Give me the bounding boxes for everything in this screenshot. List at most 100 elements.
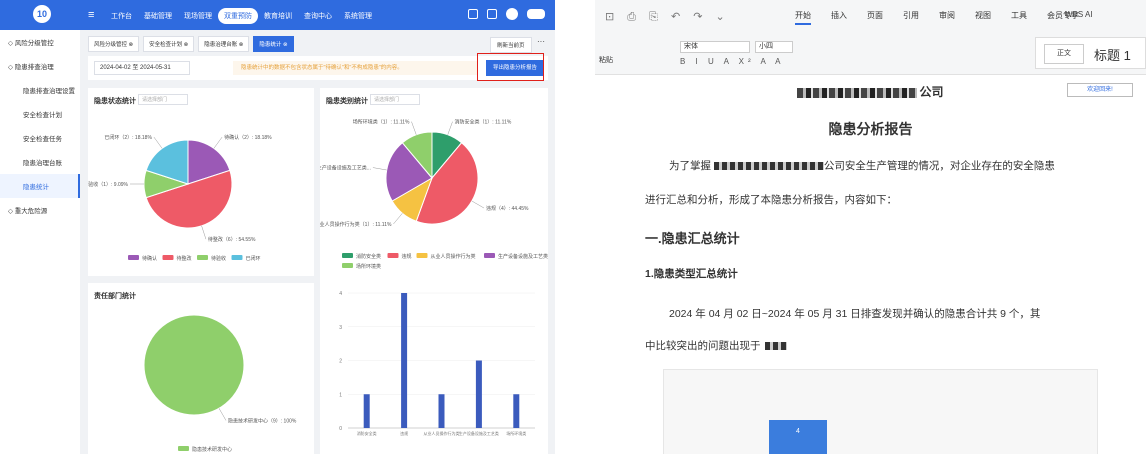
x-tick-label: 从业人员操作行为类	[424, 430, 460, 436]
nav-link[interactable]: 系统管理	[338, 8, 378, 24]
format-buttons[interactable]: B I U A X² A A	[680, 57, 784, 66]
paste-button[interactable]: 粘贴	[599, 55, 613, 65]
legend-swatch	[128, 255, 139, 260]
legend-swatch	[231, 255, 243, 260]
wps-writer-window: ⊡ ⎙ ⎘ ↶ ↷ ⌄ 开始 插入 页面 引用 审阅 视图 工具 会员专享 WPS AI 粘贴…	[595, 0, 1146, 454]
legend-label: 待确认	[142, 255, 157, 262]
card-title: 隐患类别统计	[326, 98, 368, 105]
legend-label: 待整改	[177, 255, 192, 262]
highlight-box	[477, 53, 544, 81]
font-size-select[interactable]: 小四	[755, 41, 793, 53]
slice-label: 已闭环（2）: 18.18%	[104, 134, 152, 141]
tab-tag[interactable]: 风险分级管控 ⊗	[88, 36, 140, 52]
card-title: 隐患状态统计	[94, 98, 136, 105]
nav-link[interactable]: 查询中心	[298, 8, 338, 24]
ribbon-tab[interactable]: 引用	[903, 10, 919, 25]
label-leader	[393, 213, 403, 225]
p4-text: 中比较突出的问题出现于	[645, 340, 761, 352]
wps-ai-button[interactable]: WPS AI	[1065, 10, 1093, 19]
x-tick-label: 违规	[400, 430, 408, 436]
sidebar-item[interactable]: 隐患统计	[0, 174, 80, 198]
nav-links: 工作台 基础管理 现场管理 双重预防 教育培训 查询中心 系统管理	[105, 8, 378, 24]
embedded-bar: 4	[769, 420, 827, 454]
avatar[interactable]	[506, 8, 518, 20]
y-tick-label: 4	[339, 291, 342, 297]
nav-link[interactable]: 现场管理	[178, 8, 218, 24]
card-title: 责任部门统计	[94, 293, 136, 300]
y-tick-label: 0	[339, 426, 342, 432]
welcome-back-button[interactable]: 欢迎回来!	[1067, 83, 1133, 97]
menu-toggle-icon[interactable]: ≡	[88, 9, 94, 21]
bar[interactable]	[438, 394, 445, 428]
sidebar-item[interactable]: 安全检查任务	[0, 126, 80, 150]
sidebar-item[interactable]: 隐患排查治理设置	[0, 78, 80, 102]
sidebar-item[interactable]: ◇ 重大危险源	[0, 198, 80, 222]
bar[interactable]	[475, 360, 482, 429]
ribbon-tab[interactable]: 视图	[975, 10, 991, 25]
sidebar: ◇ 风险分级管控 ◇ 隐患排查治理 隐患排查治理设置 安全检查计划 安全检查任务 隐患治理…	[0, 30, 80, 454]
nav-icons	[468, 8, 545, 20]
sidebar-item[interactable]: ◇ 隐患排查治理	[0, 54, 80, 78]
bar[interactable]	[513, 394, 520, 428]
tab-tag[interactable]: 安全检查计划 ⊗	[143, 36, 195, 52]
slice-label: 隐患技术研发中心（9）: 100%	[228, 417, 297, 424]
pie-slice[interactable]	[143, 314, 245, 416]
style-heading1[interactable]: 标题 1	[1094, 45, 1131, 64]
label-leader	[471, 200, 485, 209]
legend-label: 违规	[402, 253, 412, 260]
x-tick-label: 场所环境类	[506, 430, 526, 436]
legend-swatch	[387, 253, 399, 258]
bar[interactable]	[401, 293, 408, 428]
date-range-input[interactable]: 2024-04-02 至 2024-05-31	[94, 61, 190, 75]
ribbon-tab[interactable]: 工具	[1011, 10, 1027, 25]
nav-link[interactable]: 工作台	[105, 8, 138, 24]
ribbon: ⊡ ⎙ ⎘ ↶ ↷ ⌄ 开始 插入 页面 引用 审阅 视图 工具 会员专享 WPS AI 粘贴…	[595, 0, 1146, 75]
label-leader	[153, 136, 163, 149]
redacted-name	[797, 87, 918, 98]
ribbon-tab[interactable]: 开始	[795, 10, 811, 25]
paragraph-4: 中比较突出的问题出现于	[645, 338, 787, 353]
tablet-icon[interactable]	[487, 9, 497, 19]
dept-select[interactable]: 请选择部门	[138, 94, 188, 105]
label-leader	[213, 136, 223, 149]
legend-swatch	[178, 446, 189, 451]
slice-label: 生产设备设施及工艺类...	[320, 165, 371, 172]
nav-link[interactable]: 双重预防	[218, 8, 258, 24]
p1-end: 公司安全生产管理的情况，对企业存在的安全隐患	[823, 160, 1055, 172]
nav-link[interactable]: 基础管理	[138, 8, 178, 24]
more-icon[interactable]: ···	[537, 37, 545, 46]
x-tick-label: 生产设备设施及工艺类	[459, 430, 499, 436]
legend-swatch	[342, 253, 353, 258]
sidebar-item[interactable]: 安全检查计划	[0, 102, 80, 126]
top-nav: 10 ≡ 工作台 基础管理 现场管理 双重预防 教育培训 查询中心 系统管理	[0, 0, 555, 30]
ribbon-tabs: 开始 插入 页面 引用 审阅 视图 工具 会员专享	[795, 10, 1079, 25]
redacted-text	[764, 342, 787, 351]
font-name-select[interactable]: 宋体	[680, 41, 750, 53]
status-pie-chart: 待确认（2）: 18.18% 待整改（6）: 54.55% 待验收（1）: 9.09…	[88, 134, 272, 262]
y-tick-label: 2	[339, 359, 342, 365]
style-normal[interactable]: 正文	[1044, 44, 1084, 64]
tab-tag[interactable]: 隐患统计 ⊗	[253, 36, 294, 52]
p1-start: 为了掌握	[669, 160, 711, 172]
nav-link[interactable]: 教育培训	[258, 8, 298, 24]
embedded-chart: 4	[663, 369, 1098, 454]
ribbon-tab[interactable]: 页面	[867, 10, 883, 25]
legend-swatch	[162, 255, 174, 260]
legend-label: 场所环境类	[356, 263, 381, 270]
sidebar-item[interactable]: ◇ 风险分级管控	[0, 30, 80, 54]
refresh-button[interactable]: 刷新当前页	[490, 37, 532, 53]
quick-access-icons[interactable]: ⊡ ⎙ ⎘ ↶ ↷ ⌄	[605, 10, 730, 24]
ribbon-tab[interactable]: 审阅	[939, 10, 955, 25]
sidebar-item[interactable]: 隐患治理台账	[0, 150, 80, 174]
user-menu-icon[interactable]	[527, 9, 545, 19]
bar[interactable]	[363, 394, 370, 428]
ribbon-tab[interactable]: 插入	[831, 10, 847, 25]
legend-swatch	[484, 253, 495, 258]
type-chart-card: 消防安全类（1）: 11.11% 违规（4）: 44.45% 从业人员操作行为类（1…	[320, 88, 548, 454]
dept-select[interactable]: 请选择部门	[370, 94, 420, 105]
y-tick-label: 3	[339, 325, 342, 331]
monitor-icon[interactable]	[468, 9, 478, 19]
status-chart-card: 待确认（2）: 18.18% 待整改（6）: 54.55% 待验收（1）: 9.09…	[88, 88, 314, 276]
tab-tag[interactable]: 隐患治理台账 ⊗	[198, 36, 250, 52]
legend-label: 隐患技术研发中心	[192, 446, 232, 453]
